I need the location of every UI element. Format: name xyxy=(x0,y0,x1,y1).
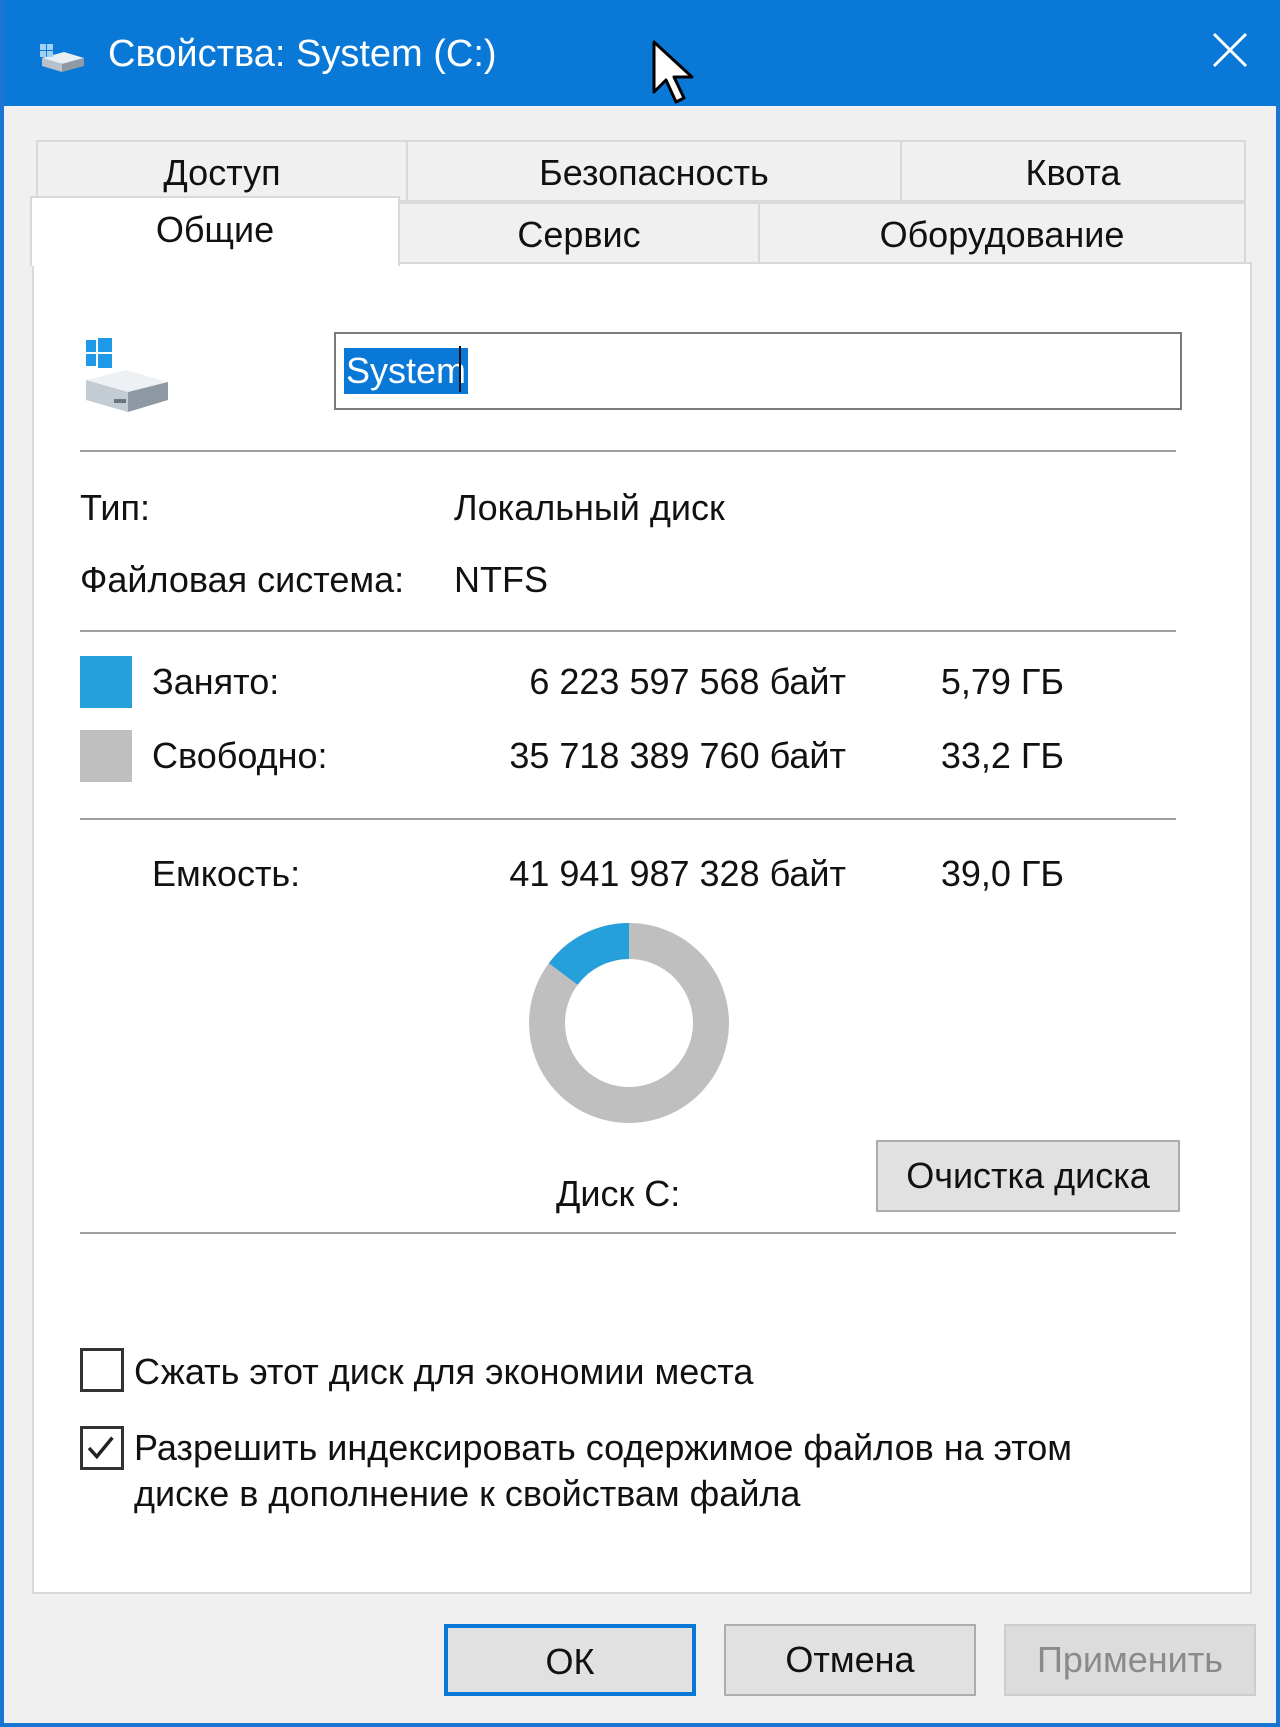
checkmark-icon xyxy=(87,1436,114,1460)
disk-usage-donut xyxy=(529,923,729,1123)
cancel-button[interactable]: Отмена xyxy=(724,1624,976,1696)
capacity-bytes: 41 941 987 328 байт xyxy=(509,853,846,894)
ok-button[interactable]: ОК xyxy=(444,1624,696,1696)
tab-label: Доступ xyxy=(163,152,281,193)
tab-access[interactable]: Доступ xyxy=(36,140,408,202)
windows-drive-icon xyxy=(86,338,168,412)
free-label: Свободно: xyxy=(152,735,328,776)
divider xyxy=(80,450,1176,452)
tab-security[interactable]: Безопасность xyxy=(406,140,902,202)
index-label-line1[interactable]: Разрешить индексировать содержимое файло… xyxy=(134,1426,1072,1470)
compress-checkbox[interactable] xyxy=(80,1348,124,1392)
ok-label: ОК xyxy=(545,1641,595,1682)
used-bytes: 6 223 597 568 байт xyxy=(529,661,846,702)
tab-general[interactable]: Общие xyxy=(30,196,400,266)
free-gb: 33,2 ГБ xyxy=(940,735,1064,776)
properties-window: Свойства: System (C:) Доступ Безопасност… xyxy=(0,0,1280,1727)
tab-service[interactable]: Сервис xyxy=(398,202,760,264)
close-icon[interactable] xyxy=(1200,20,1260,80)
apply-button[interactable]: Применить xyxy=(1004,1624,1256,1696)
disk-cleanup-label: Очистка диска xyxy=(906,1155,1150,1196)
compress-label[interactable]: Сжать этот диск для экономии места xyxy=(134,1350,753,1394)
divider xyxy=(80,1232,1176,1234)
type-label: Тип: xyxy=(80,487,151,528)
apply-label: Применить xyxy=(1036,1639,1223,1680)
used-color-swatch xyxy=(80,656,132,708)
title-bar[interactable]: Свойства: System (C:) xyxy=(4,0,1280,106)
disk-cleanup-button[interactable]: Очистка диска xyxy=(876,1140,1180,1212)
volume-name-input[interactable]: System xyxy=(334,332,1182,410)
filesystem-value: NTFS xyxy=(454,559,548,600)
used-gb: 5,79 ГБ xyxy=(940,661,1064,702)
used-label: Занято: xyxy=(152,661,280,702)
mouse-pointer-icon xyxy=(652,40,694,104)
disk-label: Диск C: xyxy=(556,1173,681,1214)
tab-label: Общие xyxy=(155,209,275,250)
tab-quota[interactable]: Квота xyxy=(900,140,1246,202)
index-label-line2[interactable]: диске в дополнение к свойствам файла xyxy=(134,1472,800,1516)
window-title: Свойства: System (C:) xyxy=(108,33,497,75)
cancel-label: Отмена xyxy=(785,1639,915,1680)
tab-label: Квота xyxy=(1025,152,1121,193)
text-caret xyxy=(459,346,461,392)
free-bytes: 35 718 389 760 байт xyxy=(509,735,846,776)
type-value: Локальный диск xyxy=(454,487,725,528)
tab-label: Безопасность xyxy=(539,152,769,193)
free-color-swatch xyxy=(80,730,132,782)
index-checkbox[interactable] xyxy=(80,1426,124,1470)
divider xyxy=(80,818,1176,820)
tab-label: Оборудование xyxy=(879,214,1125,255)
divider xyxy=(80,630,1176,632)
capacity-label: Емкость: xyxy=(152,853,301,894)
volume-name-value: System xyxy=(344,348,469,394)
drive-icon xyxy=(40,44,84,72)
donut-used-arc xyxy=(548,923,630,986)
filesystem-label: Файловая система: xyxy=(80,559,405,600)
tab-label: Сервис xyxy=(517,214,641,255)
capacity-gb: 39,0 ГБ xyxy=(940,853,1064,894)
tab-hardware[interactable]: Оборудование xyxy=(758,202,1246,264)
